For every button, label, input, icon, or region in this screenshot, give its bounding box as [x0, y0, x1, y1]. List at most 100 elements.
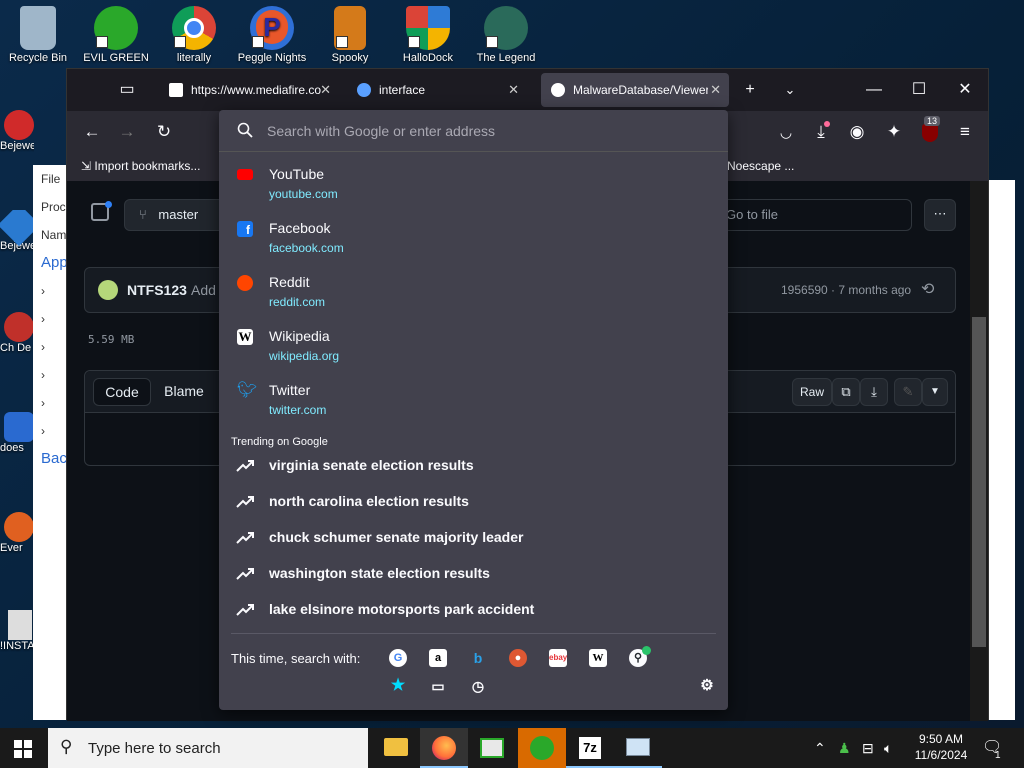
- url-input[interactable]: [267, 119, 707, 143]
- desktop-icon-bejeweled-2[interactable]: Bejeweled De: [0, 210, 34, 252]
- ebay-icon[interactable]: ebay: [549, 649, 567, 667]
- suggestion-wikipedia[interactable]: W Wikipedia wikipedia.org: [219, 322, 728, 376]
- tray-overflow-icon[interactable]: ⌃: [814, 728, 834, 768]
- close-tab-icon[interactable]: ✕: [710, 82, 721, 98]
- download-icon[interactable]: ⤓: [860, 378, 888, 406]
- close-tab-icon[interactable]: ✕: [320, 82, 331, 98]
- desktop-icon-label: does: [0, 442, 24, 454]
- trending-item[interactable]: virginia senate election results: [219, 449, 728, 485]
- more-options-icon[interactable]: ⋯: [924, 199, 956, 231]
- trending-item[interactable]: north carolina election results: [219, 485, 728, 521]
- clock[interactable]: 9:50 AM 11/6/2024: [905, 728, 977, 768]
- minimize-icon[interactable]: —: [860, 77, 888, 103]
- branch-selector[interactable]: ⑂ master: [124, 199, 234, 231]
- tab-title: MalwareDatabase/Viewer: [573, 83, 708, 97]
- desktop-icon-peggle-nights[interactable]: P Peggle Nights: [234, 0, 310, 64]
- suggestion-title: YouTube: [269, 166, 325, 182]
- close-window-icon[interactable]: ✕: [951, 77, 979, 103]
- desktop-icon-ever[interactable]: Ever: [0, 512, 34, 554]
- tab-code[interactable]: Code: [93, 378, 151, 406]
- search-with-label: This time, search with:: [231, 651, 361, 666]
- desktop-icon-the-legend[interactable]: The Legend: [468, 0, 544, 64]
- desktop-icon-evil-green[interactable]: EVIL GREEN: [78, 0, 154, 64]
- wikipedia-search-icon[interactable]: W: [589, 649, 607, 667]
- go-to-file-input[interactable]: Go to file: [717, 199, 912, 231]
- desktop-icon-does[interactable]: does: [0, 412, 34, 454]
- volume-icon[interactable]: 🔈︎: [884, 728, 904, 768]
- scrollbar-thumb[interactable]: [972, 317, 986, 647]
- tabs-icon[interactable]: ▭: [429, 677, 447, 695]
- suggestion-facebook[interactable]: f Facebook facebook.com: [219, 214, 728, 268]
- duckduckgo-icon[interactable]: ●: [509, 649, 527, 667]
- suggestion-youtube[interactable]: YouTube youtube.com: [219, 160, 728, 214]
- file-explorer-icon[interactable]: [372, 728, 420, 768]
- bookmarks-star-icon[interactable]: ★: [389, 677, 407, 695]
- desktop-icon-hallodock[interactable]: HalloDock: [390, 0, 466, 64]
- bookmark-noescape[interactable]: Noescape ...: [727, 159, 794, 173]
- edge-favicon-icon: [357, 83, 371, 97]
- maximize-icon[interactable]: ☐: [905, 77, 933, 103]
- history-icon[interactable]: ⟲: [921, 279, 934, 299]
- desktop-icon-spooky[interactable]: Spooky: [312, 0, 388, 64]
- history-icon[interactable]: ◷: [469, 677, 487, 695]
- list-tabs-icon[interactable]: ⌄: [776, 77, 804, 103]
- app-icon: [4, 512, 34, 542]
- recycle-bin-icon: [20, 6, 56, 50]
- app-taskbar-icon[interactable]: [468, 728, 516, 768]
- windows-start-icon[interactable]: [14, 740, 32, 758]
- tab-overview-icon[interactable]: ▭: [113, 77, 141, 103]
- trending-text: chuck schumer senate majority leader: [269, 529, 524, 545]
- account-icon[interactable]: ◉: [844, 119, 870, 145]
- 7zip-taskbar-icon[interactable]: 7z: [566, 728, 614, 768]
- desktop-icon-ch[interactable]: Ch De: [0, 312, 34, 354]
- suggestion-twitter[interactable]: 🐦︎ Twitter twitter.com: [219, 376, 728, 430]
- pocket-icon[interactable]: ◡: [773, 119, 799, 145]
- commit-info[interactable]: 1956590 · 7 months ago: [781, 283, 911, 297]
- trending-item[interactable]: lake elsinore motorsports park accident: [219, 593, 728, 629]
- trending-icon: [236, 460, 254, 472]
- taskbar-search-box[interactable]: ⚲ Type here to search: [48, 728, 368, 768]
- desktop-icon-insta[interactable]: !INSTA: [0, 610, 34, 652]
- import-bookmarks[interactable]: ⇲ Import bookmarks...: [81, 159, 200, 173]
- page-scrollbar[interactable]: [970, 181, 988, 721]
- desktop-icon-bejeweled-1[interactable]: Bejeweled De: [0, 110, 34, 152]
- tab-mediafire[interactable]: https://www.mediafire.co ✕: [159, 73, 339, 107]
- edit-dropdown-icon[interactable]: ▼: [922, 378, 948, 406]
- tab-blame[interactable]: Blame: [151, 378, 217, 406]
- tab-interface[interactable]: interface ✕: [347, 73, 527, 107]
- tab-malwaredatabase[interactable]: MalwareDatabase/Viewer ✕: [541, 73, 729, 107]
- background-window-right[interactable]: [985, 180, 1015, 720]
- avatar[interactable]: [98, 280, 118, 300]
- tray-app-icon[interactable]: ♟: [838, 728, 858, 768]
- search-settings-gear-icon[interactable]: ⚙: [698, 677, 716, 695]
- desktop-icon-label: Bejeweled De: [0, 140, 34, 152]
- copy-icon[interactable]: ⧉: [832, 378, 860, 406]
- commit-author[interactable]: NTFS123: [127, 282, 187, 298]
- amazon-icon[interactable]: a: [429, 649, 447, 667]
- evil-green-taskbar-icon[interactable]: [518, 728, 566, 768]
- urlbar[interactable]: [219, 110, 728, 152]
- forward-icon[interactable]: →: [114, 119, 140, 145]
- close-tab-icon[interactable]: ✕: [508, 82, 519, 98]
- menu-icon[interactable]: ≡: [952, 119, 978, 145]
- desktop-icon-literally[interactable]: literally: [156, 0, 232, 64]
- commit-message[interactable]: Add: [191, 282, 216, 298]
- extensions-icon[interactable]: ✦: [881, 119, 907, 145]
- back-icon[interactable]: ←: [79, 119, 105, 145]
- raw-button[interactable]: Raw: [792, 378, 832, 406]
- edit-icon[interactable]: ✎: [894, 378, 922, 406]
- notifications-icon[interactable]: 🗨︎: [982, 728, 1006, 768]
- desktop-icon-recycle-bin[interactable]: Recycle Bin: [0, 0, 76, 64]
- trending-item[interactable]: chuck schumer senate majority leader: [219, 521, 728, 557]
- bing-icon[interactable]: b: [469, 649, 487, 667]
- task-manager-taskbar-icon[interactable]: [614, 728, 662, 768]
- downloads-icon[interactable]: ⤓: [808, 119, 834, 145]
- network-icon[interactable]: ⊟: [862, 728, 882, 768]
- new-tab-icon[interactable]: +: [736, 77, 764, 103]
- suggestion-reddit[interactable]: Reddit reddit.com: [219, 268, 728, 322]
- google-icon[interactable]: G: [389, 649, 407, 667]
- add-engine-badge: [642, 646, 651, 655]
- trending-item[interactable]: washington state election results: [219, 557, 728, 593]
- firefox-taskbar-icon[interactable]: [420, 728, 468, 768]
- reload-icon[interactable]: ↻: [151, 119, 177, 145]
